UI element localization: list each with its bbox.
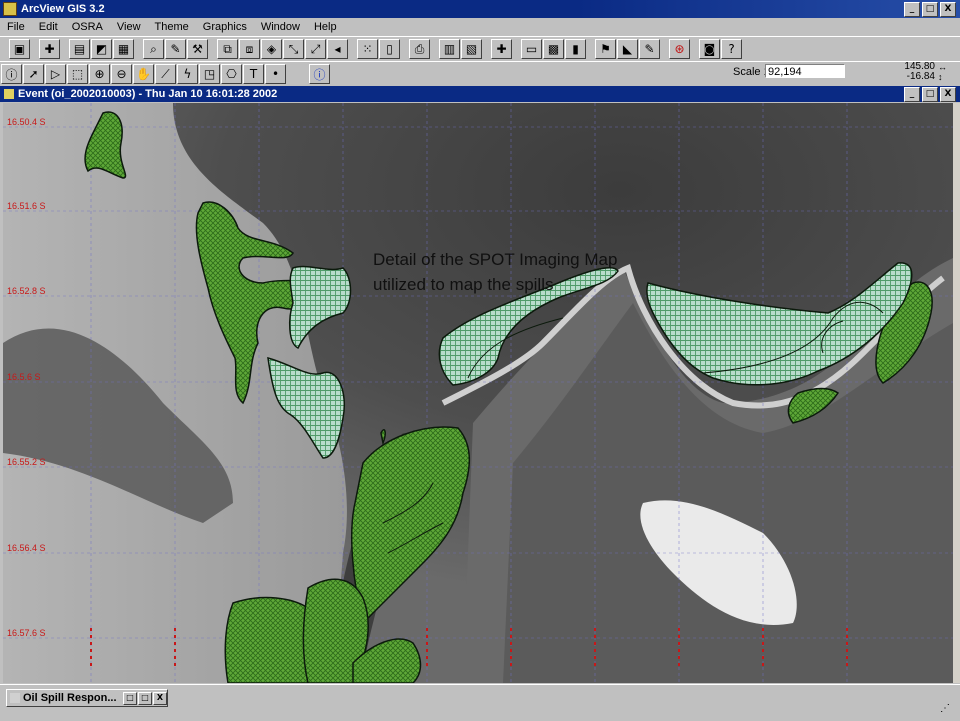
clear-selection-icon[interactable]: ▯ [379,39,400,59]
view-window-titlebar: Event (oi_2002010003) - Thu Jan 10 16:01… [0,86,960,102]
window-controls: _ □ X [904,2,956,17]
lat-label: 16.56.4 S [7,543,46,553]
menu-file[interactable]: File [0,21,32,33]
lat-label: 16.52.8 S [7,286,46,296]
view-maximize-button[interactable]: □ [922,87,938,102]
restore-button[interactable]: □ [123,691,137,705]
lat-label: 16.55.2 S [7,457,46,467]
pointer-tool-icon[interactable]: ➚ [23,64,44,84]
layout-icon[interactable]: ⎙ [409,39,430,59]
app-titlebar: ArcView GIS 3.2 _ □ X [0,0,960,18]
menu-theme[interactable]: Theme [148,21,196,33]
theme-properties-icon[interactable]: ▤ [69,39,90,59]
lat-label: 16.57.6 S [7,628,46,638]
zoom-out-tool-icon[interactable]: ⊖ [111,64,132,84]
map-caption: Detail of the SPOT Imaging Map utilized … [373,247,617,297]
resize-grip-icon[interactable]: ⋰ [940,703,954,717]
find-icon[interactable]: ⌕ [143,39,164,59]
menu-osra[interactable]: OSRA [65,21,110,33]
menu-help[interactable]: Help [307,21,344,33]
pencil-icon[interactable]: ✎ [639,39,660,59]
menu-window[interactable]: Window [254,21,307,33]
select-features-icon[interactable]: ⁙ [357,39,378,59]
select-feature-tool-icon[interactable]: ⬚ [67,64,88,84]
measure-tool-icon[interactable]: ⟋ [155,64,176,84]
maximize-min-button[interactable]: □ [138,691,152,705]
minimized-window-title: Oil Spill Respon... [23,692,117,704]
zoom-previous-icon[interactable]: ◂ [327,39,348,59]
caption-line-2: utilized to map the spills [373,275,554,294]
menu-bar: File Edit OSRA View Theme Graphics Windo… [0,18,960,36]
network-icon[interactable]: ⊛ [669,39,690,59]
add-theme-icon[interactable]: ✚ [39,39,60,59]
chart-icon[interactable]: ▥ [439,39,460,59]
zoom-in-fixed-icon[interactable]: ⤡ [283,39,304,59]
zoom-full-icon[interactable]: ⧉ [217,39,238,59]
menu-edit[interactable]: Edit [32,21,65,33]
view-window-title: Event (oi_2002010003) - Thu Jan 10 16:01… [18,88,278,100]
open-attributes-icon[interactable]: ▦ [113,39,134,59]
window-icon [10,693,20,703]
info-tool-icon[interactable]: ⓘ [309,64,330,84]
context-help-icon[interactable]: ◣ [617,39,638,59]
table-icon[interactable]: ▧ [461,39,482,59]
identify-tool-icon[interactable]: ⓘ [1,64,22,84]
zoom-out-fixed-icon[interactable]: ⤢ [305,39,326,59]
camera-icon[interactable]: ◙ [699,39,720,59]
scale-input[interactable]: 92,194 [765,64,845,78]
print-icon[interactable]: ⚑ [595,39,616,59]
map-canvas[interactable]: 16.50.4 S 16.51.6 S 16.52.8 S 16.5.6 S 1… [3,103,953,683]
view-close-button[interactable]: X [940,87,956,102]
pan-tool-icon[interactable]: ✋ [133,64,154,84]
minimize-button[interactable]: _ [904,2,920,17]
coordinate-readout: 145.80 -16.84 [903,62,935,82]
whats-this-icon[interactable]: ? [721,39,742,59]
identify-results-icon[interactable]: ▮ [565,39,586,59]
query-builder-icon[interactable]: ✎ [165,39,186,59]
view-window-controls: _ □ X [904,87,956,102]
spill-polygon-south-left[interactable] [224,596,314,683]
text-tool-icon[interactable]: T [243,64,264,84]
coord-arrows-icon: ↔ ↕ [938,62,947,82]
help-icon[interactable]: ✚ [491,39,512,59]
app-title: ArcView GIS 3.2 [21,3,105,15]
button-bar: ▣ ✚ ▤ ◩ ▦ ⌕ ✎ ⚒ ⧉ ⧈ ◈ ⤡ ⤢ ◂ ⁙ ▯ ⎙ ▥ ▧ ✚ … [0,36,960,62]
close-min-button[interactable]: X [153,691,167,705]
hotlink-tool-icon[interactable]: ϟ [177,64,198,84]
hotlink-icon[interactable]: ▩ [543,39,564,59]
caption-line-1: Detail of the SPOT Imaging Map [373,250,618,269]
lat-label: 16.5.6 S [7,372,41,382]
draw-point-tool-icon[interactable]: • [265,64,286,84]
maximize-button[interactable]: □ [922,2,938,17]
coord-y: -16.84 [906,71,935,82]
locate-address-icon[interactable]: ⚒ [187,39,208,59]
area-of-interest-tool-icon[interactable]: ◳ [199,64,220,84]
zoom-active-icon[interactable]: ⧈ [239,39,260,59]
draw-icon[interactable]: ▭ [521,39,542,59]
vertex-edit-tool-icon[interactable]: ▷ [45,64,66,84]
label-tool-icon[interactable]: ⎔ [221,64,242,84]
menu-view[interactable]: View [110,21,148,33]
vertical-scrollbar[interactable] [953,103,960,683]
close-button[interactable]: X [940,2,956,17]
menu-graphics[interactable]: Graphics [196,21,254,33]
zoom-in-tool-icon[interactable]: ⊕ [89,64,110,84]
lat-label: 16.51.6 S [7,201,46,211]
arcview-icon [3,2,17,16]
zoom-selected-icon[interactable]: ◈ [261,39,282,59]
mdi-minimized-area: Oil Spill Respon... □ □ X ⋰ [0,684,960,721]
edit-legend-icon[interactable]: ◩ [91,39,112,59]
minimized-window-oil-spill[interactable]: Oil Spill Respon... □ □ X [6,689,168,707]
lat-label: 16.50.4 S [7,117,46,127]
view-icon [4,89,14,99]
view-minimize-button[interactable]: _ [904,87,920,102]
map-svg: 16.50.4 S 16.51.6 S 16.52.8 S 16.5.6 S 1… [3,103,953,683]
save-icon[interactable]: ▣ [9,39,30,59]
